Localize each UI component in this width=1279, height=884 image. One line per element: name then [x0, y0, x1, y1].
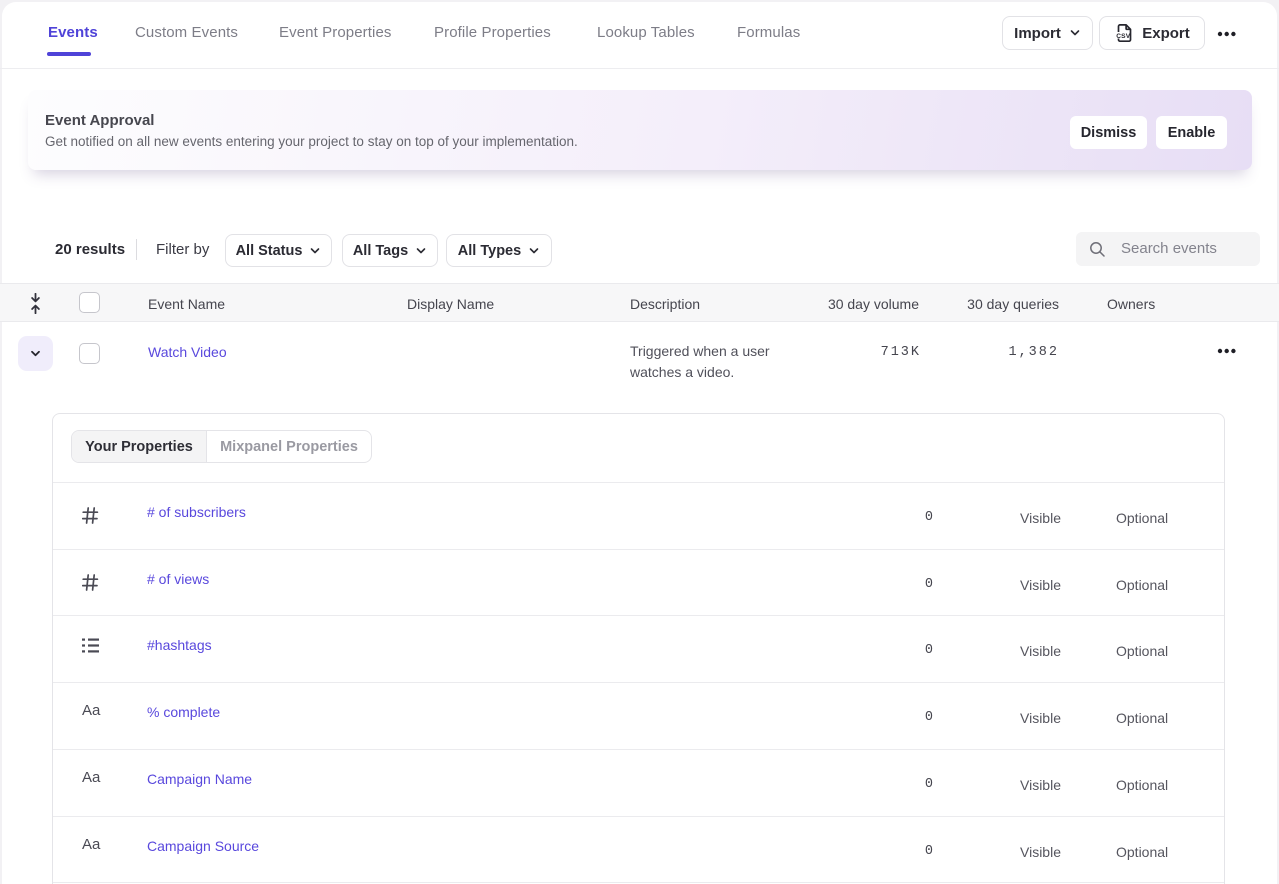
svg-text:CSV: CSV: [1116, 33, 1131, 40]
